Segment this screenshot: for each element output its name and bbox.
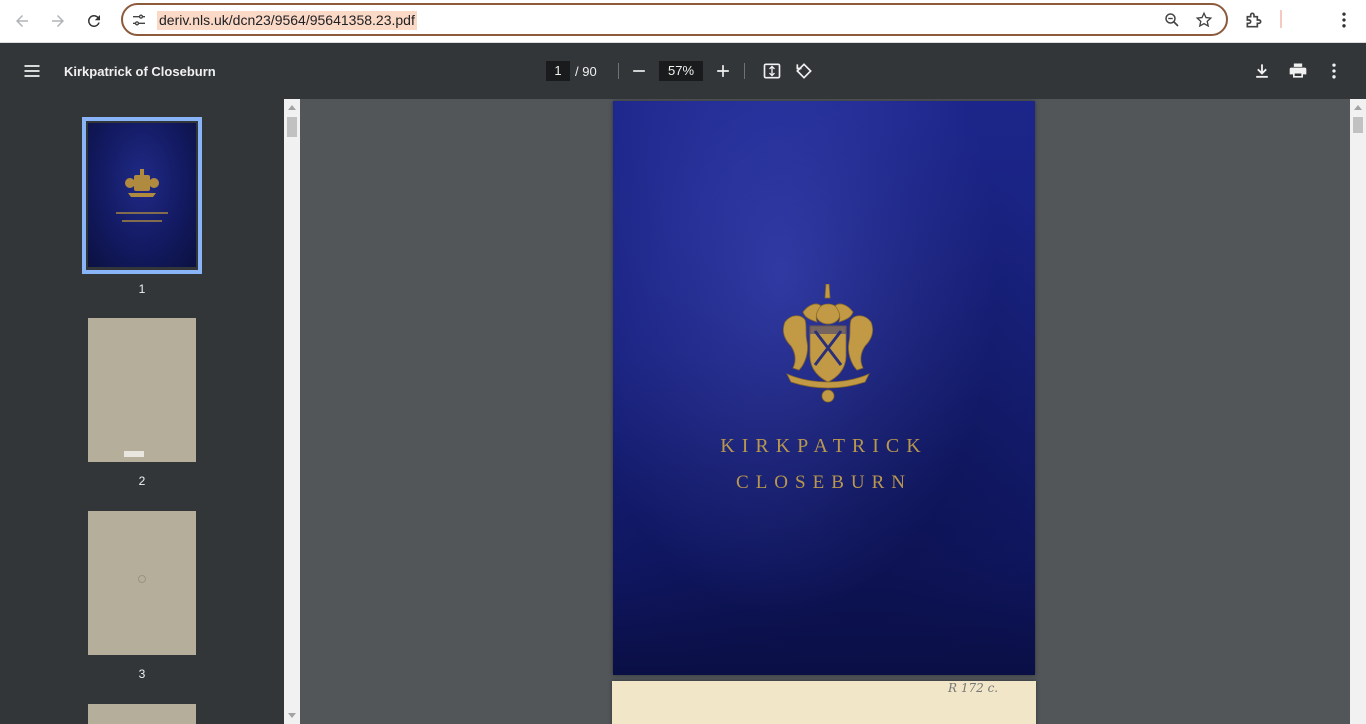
pdf-page-2: R 172 c. (612, 681, 1036, 724)
fit-page-icon[interactable] (760, 59, 784, 83)
reload-icon (87, 14, 100, 27)
thumbnail-1[interactable]: 1 (82, 117, 202, 296)
thumbnail-label: 3 (138, 667, 146, 681)
thumbnail-image (88, 123, 196, 267)
pdf-toolbar: Kirkpatrick of Closeburn 1 / 90 57% (0, 43, 1366, 99)
scroll-up-icon[interactable] (1354, 105, 1362, 110)
reload-button[interactable] (80, 7, 108, 35)
star-icon[interactable] (1194, 10, 1214, 30)
cover-title-line-2: CLOSEBURN (736, 472, 912, 493)
scroll-down-icon[interactable] (288, 713, 296, 718)
forward-icon (52, 15, 64, 27)
handwritten-shelfmark: R 172 c. (948, 681, 999, 695)
zoom-out-icon[interactable] (627, 59, 651, 83)
thumbnail-image (88, 704, 196, 724)
viewer-scrollbar[interactable] (1350, 99, 1366, 724)
address-bar[interactable]: deriv.nls.uk/dcn23/9564/95641358.23.pdf (121, 3, 1228, 36)
page-total: / 90 (575, 64, 597, 79)
thumbnail-label: 1 (138, 282, 146, 296)
hamburger-icon[interactable] (20, 59, 44, 83)
toolbar-divider (744, 63, 745, 79)
scrollbar-thumb[interactable] (1353, 117, 1363, 133)
thumbnail-label: 2 (138, 474, 146, 488)
thumbnail-image (88, 511, 196, 655)
browser-toolbar: deriv.nls.uk/dcn23/9564/95641358.23.pdf (0, 0, 1366, 43)
pdf-viewer[interactable]: KIRKPATRICK CLOSEBURN R 172 c. (300, 99, 1350, 724)
document-title: Kirkpatrick of Closeburn (64, 64, 216, 79)
thumbnail-selected-frame (82, 117, 202, 274)
zoom-level-input[interactable]: 57% (659, 61, 703, 81)
back-button[interactable] (8, 7, 36, 35)
back-icon (16, 15, 28, 27)
url-text[interactable]: deriv.nls.uk/dcn23/9564/95641358.23.pdf (157, 11, 417, 30)
sidebar-scrollbar[interactable] (284, 99, 300, 724)
scroll-up-icon[interactable] (288, 105, 296, 110)
cover-title-line-1: KIRKPATRICK (720, 435, 928, 457)
thumbnail-image (88, 318, 196, 462)
download-icon[interactable] (1250, 59, 1274, 83)
scrollbar-thumb[interactable] (287, 117, 297, 137)
more-icon[interactable] (1322, 59, 1346, 83)
site-info-icon[interactable] (129, 10, 149, 30)
kebab-menu-icon[interactable] (1332, 8, 1356, 32)
pdf-page-1: KIRKPATRICK CLOSEBURN (613, 101, 1035, 675)
coat-of-arms-icon (783, 284, 873, 403)
zoom-in-icon[interactable] (711, 59, 735, 83)
toolbar-divider (618, 63, 619, 79)
rotate-icon[interactable] (792, 59, 816, 83)
forward-button[interactable] (44, 7, 72, 35)
mini-crest-icon (116, 169, 168, 222)
zoom-icon[interactable] (1162, 10, 1182, 30)
page-number-input[interactable]: 1 (546, 61, 570, 81)
print-icon[interactable] (1286, 59, 1310, 83)
stamp-mark (138, 575, 146, 583)
library-label-sticker (124, 451, 144, 457)
profile-divider (1280, 10, 1282, 28)
thumbnail-sidebar: 1 2 3 (0, 99, 300, 724)
extensions-icon[interactable] (1242, 8, 1266, 32)
